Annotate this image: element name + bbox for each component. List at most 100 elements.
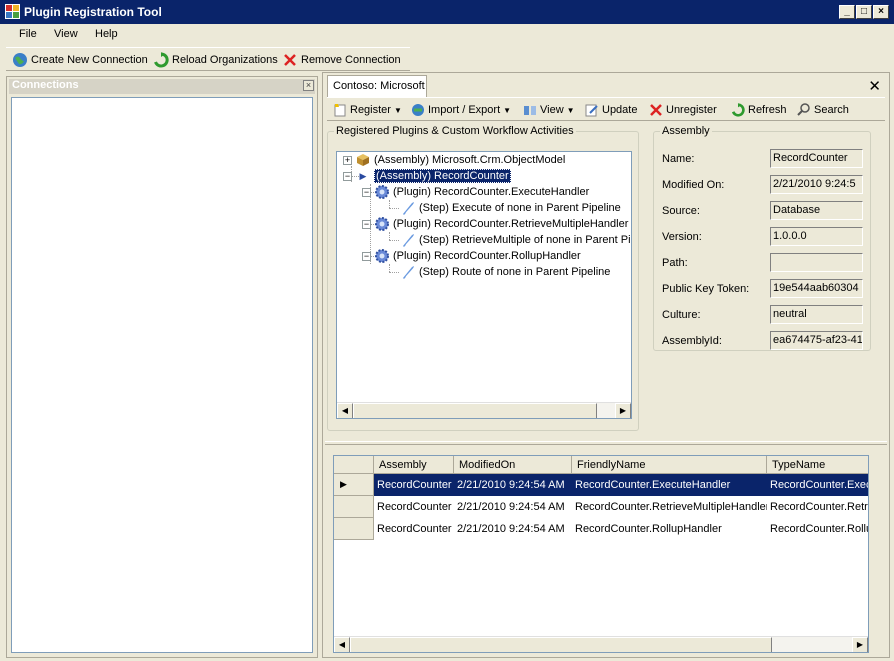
create-connection-button[interactable]: Create New Connection xyxy=(12,51,148,69)
close-document-icon[interactable]: ✕ xyxy=(868,77,881,95)
collapse-icon[interactable]: − xyxy=(362,187,371,197)
collapse-icon[interactable]: − xyxy=(362,251,371,261)
menu-view[interactable]: View xyxy=(54,28,78,40)
connections-panel: Connections × xyxy=(6,76,318,658)
refresh-button[interactable]: Refresh xyxy=(731,101,787,119)
tree-node-label: (Plugin) RecordCounter.RetrieveMultipleH… xyxy=(393,218,629,230)
plugins-data-grid[interactable]: Assembly ModifiedOn FriendlyName TypeNam… xyxy=(333,455,869,653)
name-field[interactable]: RecordCounter xyxy=(770,149,863,168)
source-field[interactable]: Database xyxy=(770,201,863,220)
collapse-icon[interactable]: − xyxy=(343,171,352,181)
column-header-assembly[interactable]: Assembly xyxy=(374,456,454,474)
public-key-token-field[interactable]: 19e544aab60304 xyxy=(770,279,863,298)
step-lightning-icon xyxy=(403,266,415,279)
cell-typename[interactable]: RecordCounter.Retrie xyxy=(767,496,868,518)
cell-friendlyname[interactable]: RecordCounter.RollupHandler xyxy=(572,518,767,540)
search-button[interactable]: Search xyxy=(797,101,849,119)
plugin-tree[interactable]: + (Assembly) Microsoft.Crm.ObjectModel −… xyxy=(336,151,632,419)
path-label: Path: xyxy=(662,257,688,269)
red-x-icon xyxy=(284,54,296,66)
cell-friendlyname[interactable]: RecordCounter.ExecuteHandler xyxy=(572,474,767,496)
tree-node-assembly-objectmodel[interactable]: + (Assembly) Microsoft.Crm.ObjectModel xyxy=(343,152,565,168)
tree-node-label: (Step) RetrieveMultiple of none in Paren… xyxy=(419,234,631,246)
culture-field[interactable]: neutral xyxy=(770,305,863,324)
cell-friendlyname[interactable]: RecordCounter.RetrieveMultipleHandler xyxy=(572,496,767,518)
modified-on-field[interactable]: 2/21/2010 9:24:5 xyxy=(770,175,863,194)
app-icon xyxy=(5,4,20,19)
cell-modifiedon[interactable]: 2/21/2010 9:24:54 AM xyxy=(454,518,572,540)
tree-node-plugin-rollup[interactable]: − (Plugin) RecordCounter.RollupHandler xyxy=(362,248,581,264)
tree-node-step-execute[interactable]: (Step) Execute of none in Parent Pipelin… xyxy=(400,200,621,216)
cell-typename[interactable]: RecordCounter.Exec xyxy=(767,474,868,496)
tree-node-step-retrievemultiple[interactable]: (Step) RetrieveMultiple of none in Paren… xyxy=(400,232,631,248)
cell-assembly[interactable]: RecordCounter xyxy=(374,474,454,496)
version-field[interactable]: 1.0.0.0 xyxy=(770,227,863,246)
tree-horizontal-scrollbar[interactable]: ◀ ▶ xyxy=(337,402,631,418)
title-bar: Plugin Registration Tool _ □ × xyxy=(0,0,894,24)
assembly-properties-group: Assembly Name: RecordCounter Modified On… xyxy=(653,125,871,351)
column-header-modifiedon[interactable]: ModifiedOn xyxy=(454,456,572,474)
create-connection-label: Create New Connection xyxy=(31,54,148,66)
scroll-left-icon[interactable]: ◀ xyxy=(334,637,350,652)
remove-connection-button[interactable]: Remove Connection xyxy=(282,51,401,69)
unregister-button[interactable]: Unregister xyxy=(649,101,717,119)
cell-typename[interactable]: RecordCounter.Rollu xyxy=(767,518,868,540)
window-title: Plugin Registration Tool xyxy=(24,5,162,19)
tree-node-plugin-execute[interactable]: − (Plugin) RecordCounter.ExecuteHandler xyxy=(362,184,589,200)
tree-node-label: (Plugin) RecordCounter.ExecuteHandler xyxy=(393,186,590,198)
close-button[interactable]: × xyxy=(873,5,889,19)
table-row[interactable]: RecordCounter 2/21/2010 9:24:54 AM Recor… xyxy=(334,496,868,518)
row-header[interactable] xyxy=(334,496,374,518)
import-export-button[interactable]: Import / Export ▼ xyxy=(411,101,511,119)
step-lightning-icon xyxy=(403,202,415,215)
expand-icon[interactable]: + xyxy=(343,155,352,165)
connections-close-icon[interactable]: × xyxy=(303,80,314,91)
red-x-icon xyxy=(650,104,662,116)
cell-assembly[interactable]: RecordCounter xyxy=(374,496,454,518)
grid-corner xyxy=(334,456,374,474)
refresh-label: Refresh xyxy=(748,104,787,116)
scroll-left-icon[interactable]: ◀ xyxy=(337,403,353,418)
row-header[interactable]: ▶ xyxy=(334,474,374,496)
menu-file[interactable]: File xyxy=(19,28,37,40)
play-icon: ▶ xyxy=(359,170,367,181)
scroll-thumb[interactable] xyxy=(350,637,772,652)
step-lightning-icon xyxy=(403,234,415,247)
minimize-button[interactable]: _ xyxy=(839,5,855,19)
cell-assembly[interactable]: RecordCounter xyxy=(374,518,454,540)
update-label: Update xyxy=(602,104,638,116)
column-header-typename[interactable]: TypeName xyxy=(767,456,868,474)
version-label: Version: xyxy=(662,231,702,243)
menu-bar: File View Help xyxy=(0,24,894,46)
cell-modifiedon[interactable]: 2/21/2010 9:24:54 AM xyxy=(454,496,572,518)
scroll-right-icon[interactable]: ▶ xyxy=(852,637,868,652)
path-field[interactable] xyxy=(770,253,863,272)
scroll-right-icon[interactable]: ▶ xyxy=(615,403,631,418)
maximize-button[interactable]: □ xyxy=(856,5,872,19)
assembly-id-field[interactable]: ea674475-af23-41 xyxy=(770,331,863,350)
grid-horizontal-scrollbar[interactable]: ◀ ▶ xyxy=(334,636,868,652)
collapse-icon[interactable]: − xyxy=(362,219,371,229)
table-row[interactable]: RecordCounter 2/21/2010 9:24:54 AM Recor… xyxy=(334,518,868,540)
view-icon xyxy=(524,106,536,115)
menu-help[interactable]: Help xyxy=(95,28,118,40)
connections-tree[interactable] xyxy=(11,97,313,653)
tree-node-assembly-recordcounter[interactable]: − ▶ (Assembly) RecordCounter xyxy=(343,168,511,184)
row-header[interactable] xyxy=(334,518,374,540)
tree-node-step-route[interactable]: (Step) Route of none in Parent Pipeline xyxy=(400,264,610,280)
tree-node-plugin-retrievemultiple[interactable]: − (Plugin) RecordCounter.RetrieveMultipl… xyxy=(362,216,628,232)
chevron-down-icon: ▼ xyxy=(566,105,575,115)
plugin-toolbar: Register ▼ Import / Export ▼ View ▼ Upda… xyxy=(327,97,885,121)
reload-organizations-button[interactable]: Reload Organizations xyxy=(153,51,278,69)
column-header-friendlyname[interactable]: FriendlyName xyxy=(572,456,767,474)
scroll-thumb[interactable] xyxy=(353,403,597,418)
connections-title: Connections xyxy=(12,79,79,91)
table-row[interactable]: ▶ RecordCounter 2/21/2010 9:24:54 AM Rec… xyxy=(334,474,868,496)
view-button[interactable]: View ▼ xyxy=(523,101,575,119)
cell-modifiedon[interactable]: 2/21/2010 9:24:54 AM xyxy=(454,474,572,496)
update-button[interactable]: Update xyxy=(585,101,637,119)
tab-contoso[interactable]: Contoso: Microsoft xyxy=(327,75,427,97)
modified-on-label: Modified On: xyxy=(662,179,725,191)
register-button[interactable]: Register ▼ xyxy=(333,101,402,119)
splitter[interactable] xyxy=(325,441,887,445)
